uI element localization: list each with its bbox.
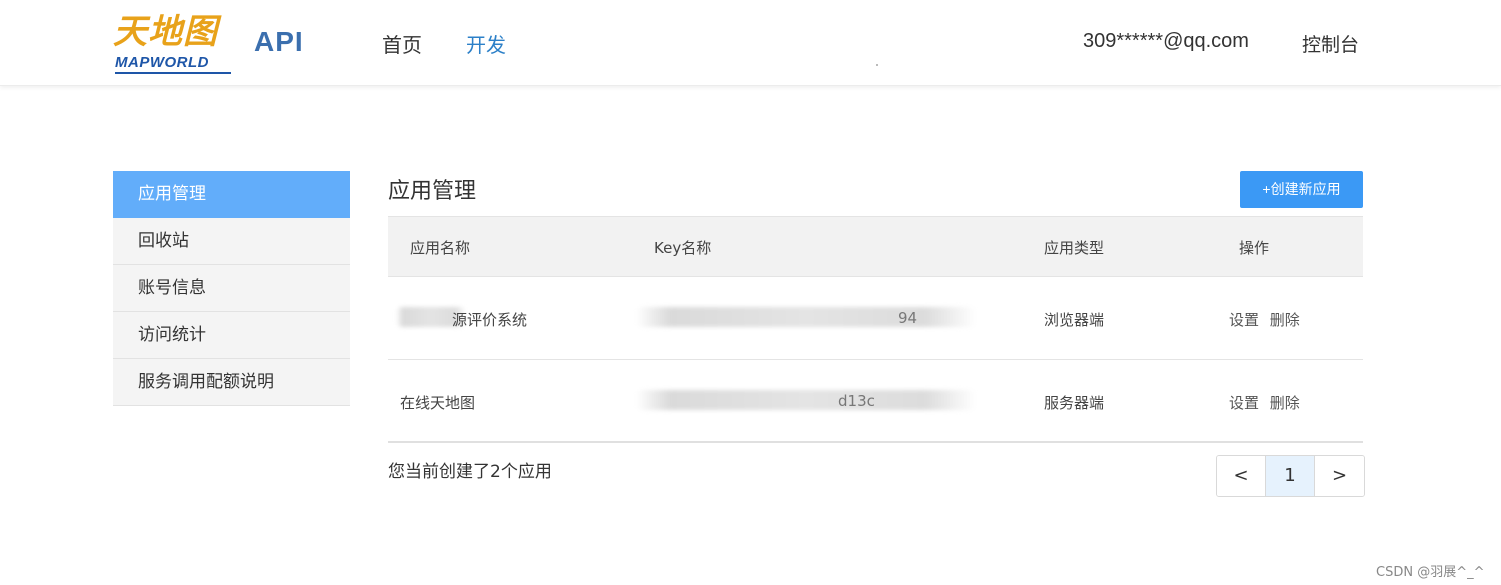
nav-develop[interactable]: 开发 bbox=[466, 29, 506, 58]
logo-chinese-text: 天地图 bbox=[113, 12, 218, 52]
user-email-link[interactable]: 309******@qq.com bbox=[1083, 30, 1249, 53]
sidebar-item-quota-info[interactable]: 服务调用配额说明 bbox=[113, 359, 350, 406]
create-app-button[interactable]: +创建新应用 bbox=[1240, 171, 1363, 208]
mapworld-logo[interactable]: 天地图 MAPWORLD bbox=[113, 12, 233, 76]
logo-english-text: MAPWORLD bbox=[115, 54, 209, 71]
app-name-cell: 在线天地图 bbox=[400, 394, 476, 412]
redaction-blur bbox=[636, 307, 976, 327]
decorative-dot bbox=[876, 64, 878, 66]
key-cell: d13c bbox=[838, 392, 875, 410]
settings-link[interactable]: 设置 bbox=[1229, 394, 1259, 412]
sidebar: 应用管理 回收站 账号信息 访问统计 服务调用配额说明 bbox=[113, 171, 350, 406]
next-page-button[interactable]: > bbox=[1315, 456, 1364, 496]
app-count-summary: 您当前创建了2个应用 bbox=[388, 462, 552, 482]
app-name-cell: 源评价系统 bbox=[452, 311, 528, 329]
nav-home[interactable]: 首页 bbox=[382, 29, 422, 58]
api-label: API bbox=[254, 26, 304, 57]
page-number-button[interactable]: 1 bbox=[1266, 456, 1315, 496]
table-row: 在线天地图 d13c 服务器端 设置 删除 bbox=[388, 360, 1363, 443]
row-actions: 设置 删除 bbox=[1229, 309, 1306, 330]
sidebar-item-app-management[interactable]: 应用管理 bbox=[113, 171, 350, 218]
header-key-name: Key名称 bbox=[654, 239, 712, 257]
header-app-type: 应用类型 bbox=[1044, 239, 1105, 257]
settings-link[interactable]: 设置 bbox=[1229, 311, 1259, 329]
header-actions: 操作 bbox=[1239, 239, 1270, 257]
table-header: 应用名称 Key名称 应用类型 操作 bbox=[388, 216, 1363, 277]
watermark: CSDN @羽展^_^ bbox=[1376, 565, 1485, 580]
row-actions: 设置 删除 bbox=[1229, 392, 1306, 413]
apps-table: 应用名称 Key名称 应用类型 操作 源评价系统 94 浏览器端 设置 删除 在… bbox=[388, 216, 1363, 443]
header-app-name: 应用名称 bbox=[410, 239, 471, 257]
pagination: < 1 > bbox=[1216, 455, 1365, 497]
table-row: 源评价系统 94 浏览器端 设置 删除 bbox=[388, 277, 1363, 360]
page-title: 应用管理 bbox=[388, 179, 477, 204]
app-type-cell: 服务器端 bbox=[1044, 394, 1105, 412]
redaction-blur bbox=[636, 390, 976, 410]
delete-link[interactable]: 删除 bbox=[1270, 394, 1300, 412]
sidebar-item-account-info[interactable]: 账号信息 bbox=[113, 265, 350, 312]
console-link[interactable]: 控制台 bbox=[1302, 30, 1359, 57]
sidebar-item-access-stats[interactable]: 访问统计 bbox=[113, 312, 350, 359]
sidebar-item-recycle-bin[interactable]: 回收站 bbox=[113, 218, 350, 265]
key-cell: 94 bbox=[898, 309, 918, 327]
logo-underline bbox=[115, 72, 231, 74]
prev-page-button[interactable]: < bbox=[1217, 456, 1266, 496]
delete-link[interactable]: 删除 bbox=[1270, 311, 1300, 329]
app-type-cell: 浏览器端 bbox=[1044, 311, 1105, 329]
top-header: 天地图 MAPWORLD API 首页 开发 309******@qq.com … bbox=[0, 0, 1501, 86]
